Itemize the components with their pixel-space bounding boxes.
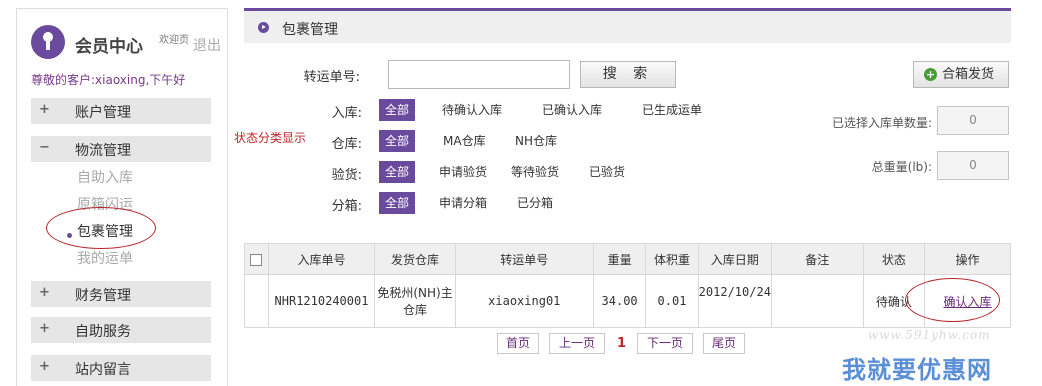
date-cell: 2012/10/24: [697, 274, 772, 328]
table-header-row: 入库单号 发货仓库 转运单号 重量 体积重 入库日期 备注 状态 操作: [244, 243, 1011, 275]
tracking-label: 转运单号:: [303, 70, 360, 85]
sidebar: 会员中心 欢迎页 退出 尊敬的客户:xiaoxing,下午好 + 账户管理 − …: [16, 8, 228, 386]
split-label: 分箱:: [331, 199, 362, 214]
member-logo-icon: [31, 25, 65, 59]
warehouse-cell: 免税州(NH)主仓库: [374, 274, 456, 328]
package-table: 入库单号 发货仓库 转运单号 重量 体积重 入库日期 备注 状态 操作 NHR1…: [244, 243, 1011, 328]
page-title: 包裹管理: [282, 22, 338, 38]
collapse-icon: −: [39, 140, 50, 155]
inbound-waybill[interactable]: 已生成运单: [636, 99, 708, 121]
tracking-input[interactable]: [388, 60, 570, 89]
annotation-oval: [46, 207, 156, 249]
arrow-circle-icon: [258, 22, 269, 33]
add-circle-icon: +: [924, 68, 937, 81]
search-button[interactable]: 搜 索: [580, 61, 676, 88]
warehouse-ma[interactable]: MA仓库: [437, 130, 492, 152]
col-header: 入库日期: [697, 243, 772, 275]
logout-link[interactable]: 退出: [193, 35, 221, 55]
next-page-button[interactable]: 下一页: [637, 333, 693, 354]
inspection-apply[interactable]: 申请验货: [433, 161, 493, 183]
col-header: 入库单号: [267, 243, 376, 275]
current-page: 1: [617, 336, 627, 351]
tracking-no-cell: xiaoxing01: [454, 274, 594, 328]
watermark-url: www.591yhw.com: [868, 328, 991, 342]
split-done[interactable]: 已分箱: [511, 192, 559, 214]
row-select-cell[interactable]: [244, 274, 269, 328]
inspection-label: 验货:: [331, 168, 362, 183]
greeting-text: 尊敬的客户:xiaoxing,下午好: [31, 73, 186, 87]
split-all[interactable]: 全部: [379, 192, 416, 214]
inbound-no-cell: NHR1210240001: [267, 274, 376, 328]
col-header: 状态: [862, 243, 926, 275]
expand-icon: +: [39, 285, 50, 300]
member-center-title: 会员中心: [75, 37, 143, 57]
expand-icon: +: [39, 321, 50, 336]
col-header: 操作: [924, 243, 1011, 275]
sidebar-item-self-inbound[interactable]: 自助入库: [77, 167, 133, 187]
menu-messages[interactable]: + 站内留言: [31, 355, 211, 381]
menu-label: 自助服务: [75, 324, 131, 340]
col-header: 体积重: [645, 243, 699, 275]
first-page-button[interactable]: 首页: [497, 333, 539, 354]
merge-ship-button[interactable]: + 合箱发货: [913, 61, 1009, 88]
col-header: 发货仓库: [374, 243, 456, 275]
checkbox-icon[interactable]: [250, 253, 263, 266]
member-header: 会员中心 欢迎页 退出: [31, 25, 221, 59]
warehouse-all[interactable]: 全部: [379, 130, 416, 152]
inbound-confirmed[interactable]: 已确认入库: [536, 99, 608, 121]
menu-account[interactable]: + 账户管理: [31, 98, 211, 124]
menu-self-service[interactable]: + 自助服务: [31, 317, 211, 343]
table-row: NHR1210240001 免税州(NH)主仓库 xiaoxing01 34.0…: [244, 274, 1011, 328]
menu-finance[interactable]: + 财务管理: [31, 281, 211, 307]
vol-weight-cell: 0.01: [645, 274, 699, 328]
watermark-logo: 我就要优惠网: [842, 356, 992, 384]
last-page-button[interactable]: 尾页: [703, 333, 745, 354]
col-header: 转运单号: [454, 243, 594, 275]
col-header: 重量: [592, 243, 647, 275]
menu-label: 账户管理: [75, 105, 131, 121]
menu-label: 财务管理: [75, 288, 131, 304]
inbound-label: 入库:: [331, 106, 362, 121]
weight-cell: 34.00: [592, 274, 647, 328]
expand-icon: +: [39, 359, 50, 374]
menu-label: 物流管理: [75, 143, 131, 159]
section-header: 包裹管理: [244, 11, 1011, 43]
status-annotation: 状态分类显示: [234, 131, 307, 145]
total-weight-label: 总重量(lb):: [871, 160, 932, 174]
expand-icon: +: [39, 102, 50, 117]
select-all-cell[interactable]: [244, 243, 269, 275]
col-header: 备注: [770, 243, 864, 275]
inbound-pending[interactable]: 待确认入库: [436, 99, 508, 121]
inspection-waiting[interactable]: 等待验货: [505, 161, 565, 183]
sidebar-item-my-waybill[interactable]: 我的运单: [77, 248, 133, 268]
menu-label: 站内留言: [75, 362, 131, 378]
welcome-link[interactable]: 欢迎页: [159, 31, 189, 46]
prev-page-button[interactable]: 上一页: [549, 333, 605, 354]
inspection-all[interactable]: 全部: [379, 161, 416, 183]
warehouse-nh[interactable]: NH仓库: [509, 130, 563, 152]
inbound-all[interactable]: 全部: [379, 99, 416, 121]
warehouse-label: 仓库:: [331, 137, 362, 152]
menu-logistics[interactable]: − 物流管理: [31, 136, 211, 162]
selected-count-label: 已选择入库单数量:: [831, 116, 932, 130]
remark-cell: [770, 274, 864, 328]
selected-count-field: 0: [937, 106, 1009, 135]
annotation-oval: [905, 278, 1000, 322]
total-weight-field: 0: [937, 151, 1009, 180]
inspection-done[interactable]: 已验货: [583, 161, 631, 183]
split-apply[interactable]: 申请分箱: [433, 192, 493, 214]
